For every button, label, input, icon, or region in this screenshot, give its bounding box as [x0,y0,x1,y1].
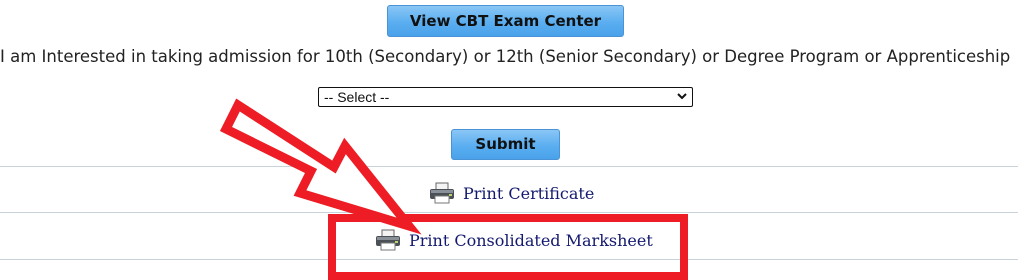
program-select[interactable]: -- Select -- [318,87,693,107]
print-certificate-label: Print Certificate [463,184,595,203]
printer-icon [430,182,454,204]
program-select-value: -- Select -- [324,89,390,105]
divider [0,212,1018,213]
annotation-highlight-box [328,214,688,280]
divider [0,166,1018,167]
admission-question-text: I am Interested in taking admission for … [0,47,1011,66]
view-cbt-exam-center-button[interactable]: View CBT Exam Center [387,5,624,37]
print-certificate-link[interactable]: Print Certificate [429,182,594,206]
chevron-down-icon [677,93,687,100]
submit-button[interactable]: Submit [451,129,560,160]
